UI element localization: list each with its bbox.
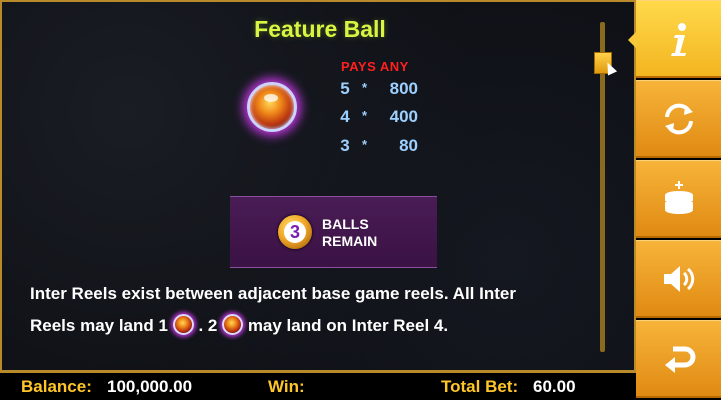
feature-description: Inter Reels exist between adjacent base … (30, 278, 610, 342)
pay-count: 4 (340, 107, 350, 126)
win-label: Win: (268, 377, 305, 396)
pay-amount: 80 (399, 136, 418, 155)
pay-row: 3 * 80 (338, 136, 418, 156)
pay-row: 5 * 800 (338, 79, 418, 99)
balance-value: 100,000.00 (107, 377, 193, 396)
paytable-panel: Feature Ball PAYS ANY 5 * 800 4 * 400 3 … (0, 0, 636, 372)
page-title: Feature Ball (254, 16, 386, 42)
total-bet-value: 60.00 (533, 377, 576, 396)
description-line2-b: . 2 (198, 316, 218, 335)
remain-label-line1: BALLS (322, 216, 369, 232)
feature-ball-icon (247, 82, 297, 132)
info-icon (670, 22, 686, 56)
status-bar: Balance: 100,000.00 Win: Total Bet: 60.0… (0, 372, 636, 400)
total-bet-label: Total Bet: (441, 377, 519, 396)
description-line2-c: may land on Inter Reel 4. (247, 316, 449, 335)
back-button[interactable] (636, 320, 721, 398)
description-line2: Reels may land 1 . 2 may land on Inter R… (30, 310, 610, 342)
pay-multiplier-sign: * (362, 108, 368, 123)
sound-button[interactable] (636, 240, 721, 318)
balls-remain-panel: 3 BALLS REMAIN (230, 196, 437, 268)
active-tab-pointer (628, 31, 637, 49)
pay-amount: 800 (389, 79, 418, 98)
coin-stack-icon (664, 180, 693, 214)
remain-label: BALLS REMAIN (322, 216, 377, 250)
balance-label: Balance: (21, 377, 92, 396)
pays-header: PAYS ANY (341, 59, 409, 74)
remain-ball-icon: 3 (278, 215, 312, 249)
description-line2-a: Reels may land 1 (30, 316, 168, 335)
pay-amount: 400 (389, 107, 418, 126)
pay-multiplier-sign: * (362, 137, 368, 152)
refresh-icon (664, 103, 693, 134)
pay-count: 5 (340, 79, 350, 98)
pay-multiplier-sign: * (362, 80, 368, 95)
autoplay-button[interactable] (636, 80, 721, 158)
sidebar (628, 0, 721, 400)
speaker-icon (663, 265, 694, 292)
remain-count: 3 (284, 221, 306, 243)
feature-ball-icon (172, 314, 194, 335)
description-line1: Inter Reels exist between adjacent base … (30, 284, 516, 303)
remain-label-line2: REMAIN (322, 233, 378, 249)
return-arrow-icon (664, 346, 695, 373)
pay-row: 4 * 400 (338, 107, 418, 127)
bet-button[interactable] (636, 160, 721, 238)
pay-count: 3 (340, 136, 350, 155)
feature-ball-icon (222, 314, 244, 335)
info-button[interactable] (628, 0, 721, 78)
